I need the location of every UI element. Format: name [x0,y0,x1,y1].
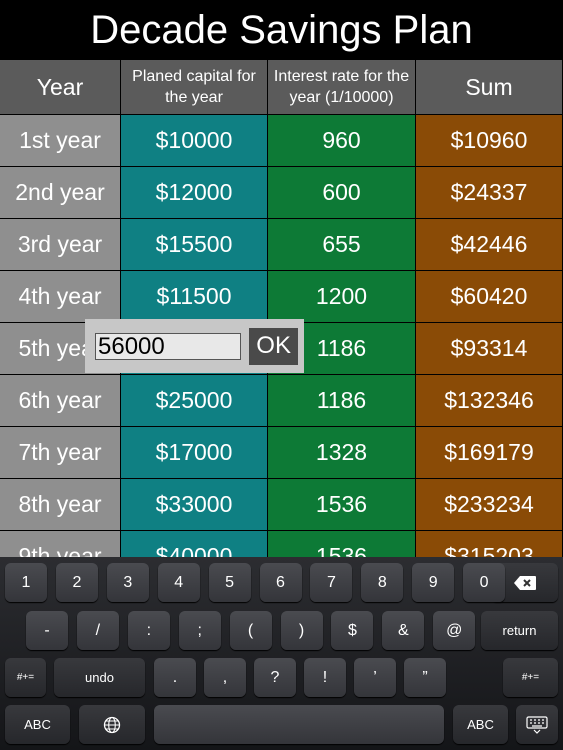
keyboard-hide-icon [526,715,548,734]
interest-cell: 655 [268,219,416,271]
key-punct-3[interactable]: ! [304,658,346,697]
space-key[interactable] [154,705,444,744]
interest-cell: 1536 [268,531,416,557]
keyboard: return #+= undo #+= ABC ABC 1 2 3 4 5 6 7 8 9 0 - /… [0,557,563,750]
column-header-year: Year [0,60,121,115]
key-punct-5[interactable]: ” [404,658,446,697]
sum-cell: $42446 [416,219,563,271]
key-0[interactable]: 1 [5,563,47,602]
key-5[interactable]: 6 [259,563,302,602]
column-header-capital: Planed capital for the year [121,60,268,115]
key-1[interactable]: 2 [55,563,98,602]
key-symbol-2[interactable]: : [127,611,170,650]
abc-key-left[interactable]: ABC [5,705,70,744]
interest-cell: 600 [268,167,416,219]
key-3[interactable]: 4 [157,563,200,602]
year-cell: 1st year [0,115,121,167]
interest-cell: 1536 [268,479,416,531]
key-4[interactable]: 5 [208,563,251,602]
key-symbol-5[interactable]: ) [280,611,323,650]
key-symbol-8[interactable]: @ [433,611,476,650]
column-header-interest: Interest rate for the year (1/10000) [268,60,416,115]
key-punct-2[interactable]: ? [254,658,296,697]
interest-cell: 1186 [268,375,416,427]
capital-cell[interactable]: $10000 [121,115,268,167]
app-title: Decade Savings Plan [0,0,563,60]
key-symbol-6[interactable]: $ [331,611,374,650]
key-symbol-0[interactable]: - [26,611,68,650]
year-cell: 2nd year [0,167,121,219]
undo-key[interactable]: undo [54,658,145,697]
year-cell: 8th year [0,479,121,531]
key-6[interactable]: 7 [310,563,353,602]
sum-cell: $93314 [416,323,563,375]
key-punct-4[interactable]: ’ [354,658,396,697]
column-header-sum: Sum [416,60,563,115]
key-8[interactable]: 9 [412,563,455,602]
symbols-key-left[interactable]: #+= [5,658,46,697]
capital-cell[interactable]: $17000 [121,427,268,479]
symbols-key-right[interactable]: #+= [503,658,558,697]
key-symbol-4[interactable]: ( [229,611,272,650]
interest-cell: 1200 [268,271,416,323]
key-symbol-7[interactable]: & [382,611,425,650]
key-2[interactable]: 3 [106,563,149,602]
globe-key[interactable] [79,705,145,744]
abc-key-right[interactable]: ABC [453,705,508,744]
key-symbol-3[interactable]: ; [178,611,221,650]
sum-cell: $24337 [416,167,563,219]
interest-cell: 1328 [268,427,416,479]
capital-cell[interactable]: $12000 [121,167,268,219]
sum-cell: $60420 [416,271,563,323]
year-cell: 4th year [0,271,121,323]
sum-cell: $10960 [416,115,563,167]
year-cell: 6th year [0,375,121,427]
key-symbol-1[interactable]: / [76,611,119,650]
interest-cell: 960 [268,115,416,167]
ok-button[interactable]: OK [249,327,298,365]
hide-keyboard-key[interactable] [516,705,558,744]
sum-cell: $233234 [416,479,563,531]
globe-icon [103,716,121,733]
capital-cell[interactable]: $25000 [121,375,268,427]
sum-cell: $132346 [416,375,563,427]
capital-cell[interactable]: $40000 [121,531,268,557]
capital-cell[interactable]: $15500 [121,219,268,271]
capital-cell[interactable]: $33000 [121,479,268,531]
sum-cell: $169179 [416,427,563,479]
savings-table[interactable]: Year Planed capital for the year Interes… [0,60,563,557]
capital-input[interactable]: 56000 [95,332,242,360]
year-cell: 7th year [0,427,121,479]
key-7[interactable]: 8 [361,563,404,602]
sum-cell: $315203 [416,531,563,557]
key-punct-1[interactable]: , [204,658,246,697]
key-punct-0[interactable]: . [154,658,196,697]
capital-cell[interactable]: $11500 [121,271,268,323]
edit-popup: 56000 OK [85,319,304,373]
key-9[interactable]: 0 [463,563,506,602]
return-key[interactable]: return [481,611,558,650]
year-cell: 3rd year [0,219,121,271]
year-cell: 9th year [0,531,121,557]
backspace-icon [513,575,536,590]
